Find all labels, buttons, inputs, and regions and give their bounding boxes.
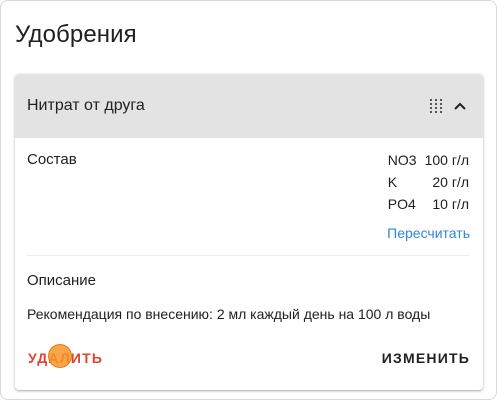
element-name: PO4 — [387, 196, 416, 212]
element-value: 100 г/л — [424, 152, 469, 168]
composition-row: K 20 г/л — [388, 171, 469, 193]
recalculate-link[interactable]: Пересчитать — [387, 224, 470, 242]
element-name: NO3 — [387, 152, 417, 168]
description-text: Рекомендация по внесению: 2 мл каждый де… — [27, 306, 431, 322]
chevron-up-icon[interactable] — [452, 98, 468, 114]
delete-button[interactable]: УДАЛИТЬ — [28, 349, 103, 367]
fertilizers-card: Удобрения Нитрат от друга Состав NO3 100… — [0, 0, 497, 400]
composition-row: PO4 10 г/л — [388, 193, 469, 215]
description-label: Описание — [27, 272, 97, 289]
fertilizer-panel-header[interactable]: Нитрат от друга — [15, 74, 483, 138]
composition-table: NO3 100 г/л K 20 г/л PO4 10 г/л — [388, 149, 469, 215]
edit-button[interactable]: ИЗМЕНИТЬ — [382, 349, 470, 367]
element-value: 20 г/л — [432, 174, 469, 190]
composition-row: NO3 100 г/л — [388, 149, 469, 171]
divider — [27, 255, 469, 256]
element-name: K — [387, 174, 398, 190]
fertilizer-name: Нитрат от друга — [27, 97, 145, 114]
fertilizer-panel: Нитрат от друга Состав NO3 100 г/л K 20 … — [15, 74, 483, 390]
page-title: Удобрения — [15, 21, 137, 48]
composition-label: Состав — [27, 151, 77, 168]
element-value: 10 г/л — [432, 196, 469, 212]
drag-handle-icon[interactable] — [429, 98, 443, 114]
